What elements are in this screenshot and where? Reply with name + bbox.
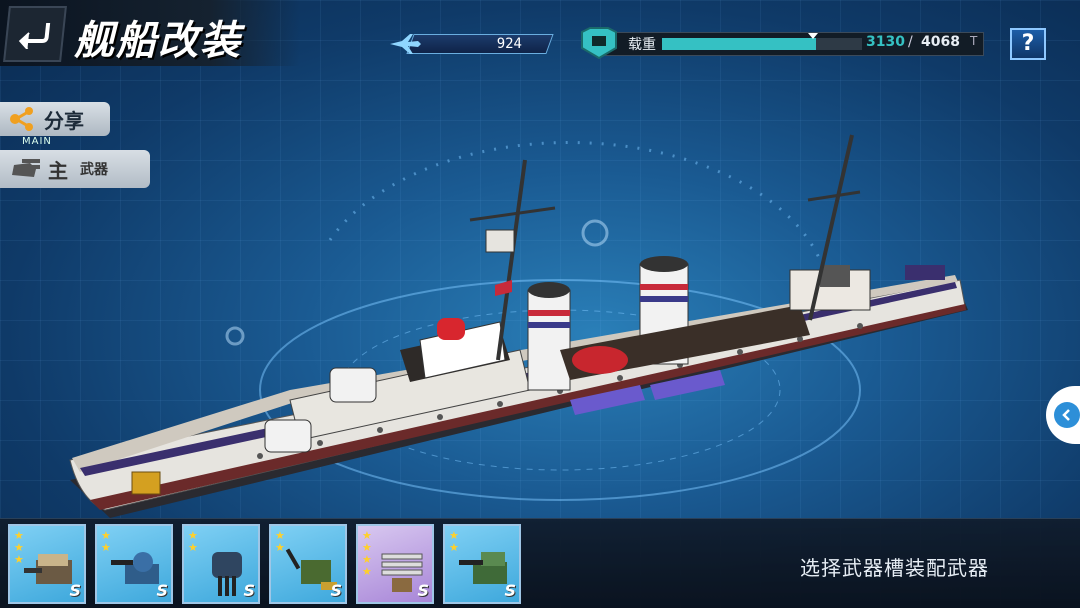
star-icon: ★ bbox=[275, 541, 285, 554]
load-current: 3130 bbox=[866, 34, 905, 50]
header: 舰船改装 bbox=[0, 0, 300, 66]
weapon-card[interactable]: ★ ★ ★ ★ S bbox=[356, 524, 434, 604]
star-icon: ★ bbox=[14, 529, 24, 542]
weapon-card[interactable]: ★ ★ ★ S bbox=[8, 524, 86, 604]
fuel-bar bbox=[406, 34, 554, 54]
load-progress-fill bbox=[662, 38, 816, 50]
load-indicator: 载重 3130 / 4068 T bbox=[578, 26, 986, 60]
rarity-stars: ★ ★ bbox=[188, 530, 198, 553]
load-label: 载重 bbox=[628, 37, 656, 53]
weapon-card[interactable]: ★ ★ S bbox=[182, 524, 260, 604]
help-button[interactable]: ? bbox=[1010, 28, 1046, 60]
grade-label: S bbox=[243, 581, 255, 600]
share-label: 分享 bbox=[44, 108, 84, 133]
back-arrow-icon bbox=[18, 23, 51, 49]
hint-text: 选择武器槽装配武器 bbox=[800, 556, 989, 580]
star-icon: ★ bbox=[449, 529, 459, 542]
weapon-card[interactable]: ★ ★ S bbox=[443, 524, 521, 604]
star-icon: ★ bbox=[101, 529, 111, 542]
weapon-card[interactable]: ★ ★ S bbox=[95, 524, 173, 604]
load-unit: T bbox=[970, 34, 978, 48]
load-progress bbox=[662, 38, 862, 50]
star-icon: ★ bbox=[101, 541, 111, 554]
star-icon: ★ bbox=[188, 541, 198, 554]
load-icon bbox=[581, 27, 617, 60]
grade-label: S bbox=[156, 581, 168, 600]
destroyer-ship bbox=[69, 134, 968, 518]
star-icon: ★ bbox=[14, 541, 24, 554]
rarity-stars: ★ ★ bbox=[449, 530, 459, 553]
star-icon: ★ bbox=[362, 541, 372, 554]
weapon-card-list: ★ ★ ★ S ★ ★ S ★ ★ S ★ ★ S ★ ★ ★ ★ S ★ ★ S bbox=[8, 524, 521, 604]
rarity-stars: ★ ★ bbox=[275, 530, 285, 553]
main-weapon-tab[interactable]: 主 武器 bbox=[0, 150, 150, 188]
back-button[interactable] bbox=[3, 6, 67, 62]
rarity-stars: ★ ★ ★ ★ bbox=[362, 530, 372, 577]
chevron-left-icon bbox=[1062, 409, 1070, 421]
load-separator: / bbox=[908, 34, 913, 50]
ship-view[interactable] bbox=[0, 60, 1080, 520]
star-icon: ★ bbox=[14, 553, 24, 566]
rarity-stars: ★ ★ bbox=[101, 530, 111, 553]
rarity-stars: ★ ★ ★ bbox=[14, 530, 24, 565]
main-tag: MAIN bbox=[22, 136, 52, 147]
fuel-indicator: 924 bbox=[388, 30, 554, 58]
weapon-card[interactable]: ★ ★ S bbox=[269, 524, 347, 604]
share-button[interactable]: 分享 bbox=[0, 102, 110, 136]
weapon-main-label: 主 bbox=[48, 158, 68, 183]
grade-label: S bbox=[417, 581, 429, 600]
share-icon bbox=[10, 107, 33, 131]
fuel-value: 924 bbox=[496, 36, 522, 52]
load-max: 4068 bbox=[921, 34, 960, 50]
grade-label: S bbox=[330, 581, 342, 600]
weapon-sub-label: 武器 bbox=[80, 162, 108, 178]
star-icon: ★ bbox=[362, 565, 372, 578]
star-icon: ★ bbox=[275, 529, 285, 542]
star-icon: ★ bbox=[362, 553, 372, 566]
star-icon: ★ bbox=[188, 529, 198, 542]
star-icon: ★ bbox=[449, 541, 459, 554]
star-icon: ★ bbox=[362, 529, 372, 542]
main-gun-icon bbox=[12, 159, 40, 177]
grade-label: S bbox=[69, 581, 81, 600]
load-marker-icon bbox=[808, 33, 818, 39]
grade-label: S bbox=[504, 581, 516, 600]
plane-icon bbox=[390, 34, 421, 54]
page-title: 舰船改装 bbox=[74, 17, 242, 64]
